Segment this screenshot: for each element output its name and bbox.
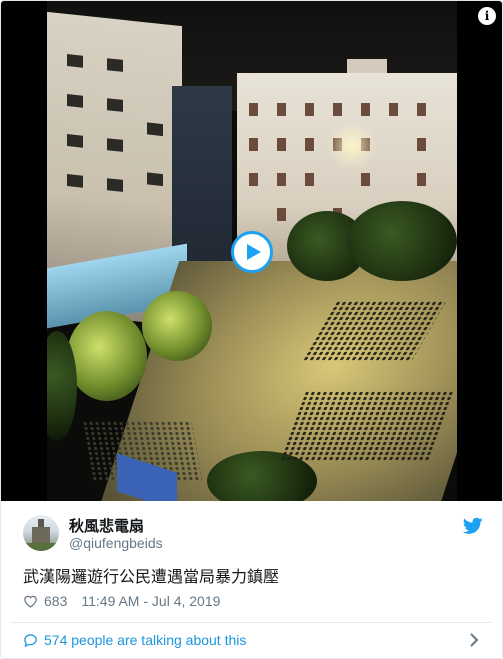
- play-button[interactable]: [231, 231, 273, 273]
- tweet-meta: 683 11:49 AM - Jul 4, 2019: [23, 592, 220, 610]
- twitter-bird-icon[interactable]: [463, 517, 483, 535]
- conversation-link[interactable]: 574 people are talking about this: [23, 630, 483, 650]
- avatar[interactable]: [23, 515, 59, 551]
- chevron-right-icon[interactable]: [469, 633, 479, 647]
- info-icon[interactable]: i: [478, 7, 496, 25]
- tweet-author: 秋風悲電扇 @qiufengbeids: [23, 515, 483, 555]
- tweet-text: 武漢陽邏遊行公民遭遇當局暴力鎮壓: [23, 567, 280, 586]
- tweet-card: i 秋風悲電扇 @qiufengbeids 武漢陽邏遊行公民遭遇當局暴力鎮壓 6…: [0, 0, 503, 659]
- heart-icon[interactable]: [23, 594, 38, 608]
- video-player[interactable]: i: [1, 1, 502, 501]
- conversation-text: 574 people are talking about this: [44, 632, 247, 648]
- speech-bubble-icon: [24, 633, 37, 647]
- tweet-timestamp[interactable]: 11:49 AM - Jul 4, 2019: [81, 593, 220, 609]
- author-name[interactable]: 秋風悲電扇: [69, 515, 144, 536]
- play-icon: [247, 244, 261, 260]
- divider: [11, 622, 492, 623]
- author-handle[interactable]: @qiufengbeids: [69, 535, 163, 551]
- like-count[interactable]: 683: [44, 593, 67, 609]
